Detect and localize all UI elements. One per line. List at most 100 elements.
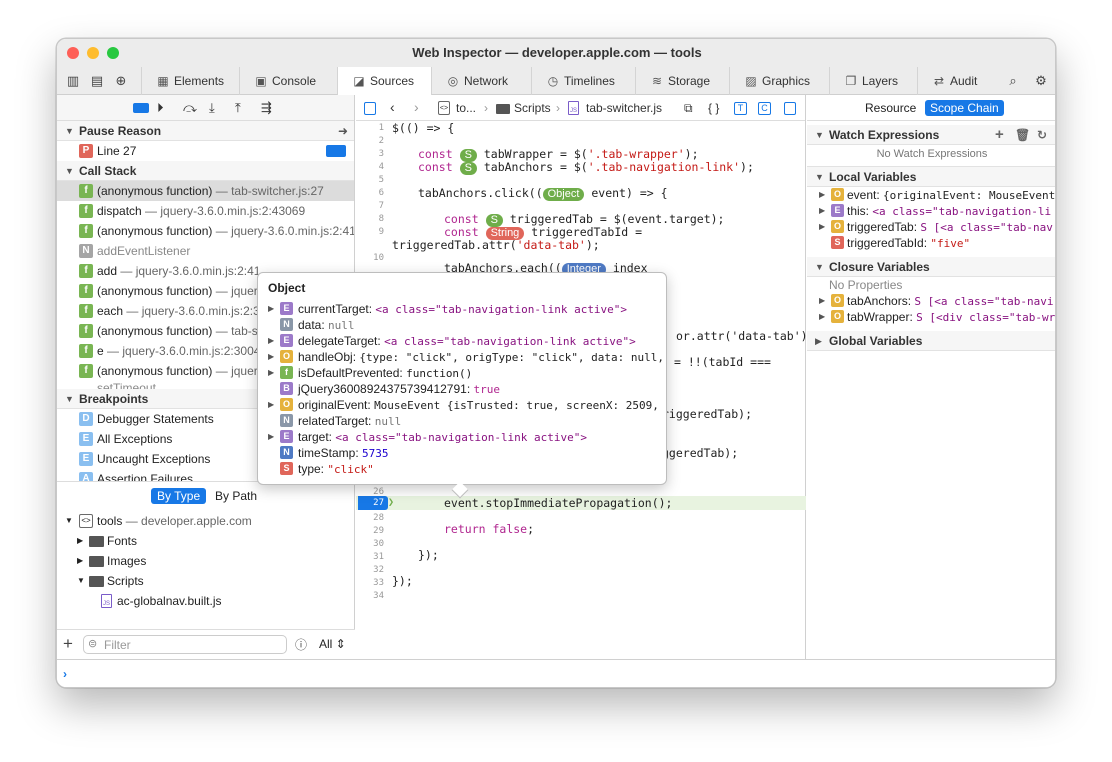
property-row[interactable]: ▶ OhandleObj: {type: "click", origType: "… [258,349,666,365]
line-number[interactable]: 8 [356,214,384,224]
back-icon[interactable]: ‹ [390,99,395,115]
tree-item-scripts[interactable]: ▼ Scripts [57,571,354,591]
property-row[interactable]: ▶ Etarget: <a class="tab-navigation-link … [258,429,666,445]
search-icon[interactable]: ⌕ [1005,73,1021,89]
line-number[interactable]: 9 [356,227,384,237]
line-number[interactable]: 28 [356,513,384,523]
tab-layers[interactable]: ❐ Layers [829,67,917,95]
property-row[interactable]: BjQuery36008924375739412791: true [258,381,666,397]
quick-console[interactable]: › [57,659,1055,687]
tab-graphics[interactable]: ▨ Graphics [729,67,829,95]
breakpoints-toggle-icon[interactable] [133,103,149,113]
by-path-button[interactable]: By Path [215,489,257,503]
filter-input[interactable]: Filter [104,638,131,652]
close-window-button[interactable] [67,47,79,59]
breakpoint-marker[interactable]: 27 [358,496,388,510]
property-row[interactable]: Stype: "click" [258,461,666,477]
resource-tab[interactable]: Resource [865,101,916,115]
property-row[interactable]: NtimeStamp: 5735 [258,445,666,461]
variable-row[interactable]: ▶ OtabAnchors: S [<a class="tab-navi [807,293,1055,309]
property-row[interactable]: Ndata: null [258,317,666,333]
add-icon[interactable]: + [63,634,73,654]
object-preview-popover[interactable]: Object ▶ EcurrentTarget: <a class="tab-na… [257,272,667,499]
line-number[interactable]: 29 [356,526,384,536]
local-variables-section[interactable]: ▼ Local Variables [807,167,1055,187]
go-to-arrow-icon[interactable]: ➜ [338,121,348,141]
step-into-icon[interactable]: ⤓ [209,100,215,116]
call-frame[interactable]: f (anonymous function) — jquery-3.6.0.min… [57,221,354,241]
forward-icon[interactable]: › [414,99,419,115]
filter-field[interactable]: ⊜ Filter [83,635,287,654]
property-row[interactable]: ▶ EcurrentTarget: <a class="tab-navigatio… [258,301,666,317]
pretty-print-icon[interactable]: { } [708,101,719,115]
call-frame[interactable]: NaddEventListener [57,241,354,261]
tab-audit[interactable]: ⇄ Audit [917,67,999,95]
call-frame[interactable]: f (anonymous function) — tab-switcher.js:… [57,181,354,201]
step-next-icon[interactable]: ⇶ [261,100,272,116]
line-number[interactable]: 10 [356,253,384,263]
toggle-navigation-sidebar-icon[interactable] [364,102,376,115]
gear-icon[interactable]: ⚙ [1033,73,1049,89]
variable-row[interactable]: ▶ Oevent: {originalEvent: MouseEvent [807,187,1055,203]
dock-left-icon[interactable]: ▥ [65,73,81,89]
tab-elements[interactable]: ▦ Elements [141,67,239,95]
property-row[interactable]: ▶ OoriginalEvent: MouseEvent {isTrusted: … [258,397,666,413]
scope-chain-tab[interactable]: Scope Chain [925,100,1004,116]
call-stack-section[interactable]: ▼ Call Stack [57,161,354,181]
line-number[interactable]: 7 [356,201,384,211]
tab-timelines[interactable]: ◷ Timelines [531,67,635,95]
zoom-window-button[interactable] [107,47,119,59]
add-icon[interactable]: + [995,125,1004,145]
call-frame[interactable]: f dispatch — jquery-3.6.0.min.js:2:43069 [57,201,354,221]
property-row[interactable]: ▶ EdelegateTarget: <a class="tab-navigati… [258,333,666,349]
scope-select[interactable]: All ⇕ [319,637,346,651]
copy-icon[interactable]: ⧉ [684,101,693,116]
refresh-icon[interactable]: ↻ [1037,125,1047,145]
toggle-details-sidebar-icon[interactable] [784,102,796,115]
tree-item-script-file[interactable]: JS ac-globalnav.built.js [57,591,354,611]
line-number[interactable]: 5 [356,175,384,185]
tab-sources[interactable]: ◪ Sources [337,67,431,95]
pause-line-row[interactable]: P Line 27 [57,141,354,161]
global-variables-section[interactable]: ▶ Global Variables [807,331,1055,351]
dock-bottom-icon[interactable]: ▤ [89,73,105,89]
variable-row[interactable]: ▶ OtriggeredTab: S [<a class="tab-nav [807,219,1055,235]
step-out-icon[interactable]: ⤒ [235,100,241,116]
line-number[interactable]: 1 [356,123,384,133]
pause-reason-section[interactable]: ▼ Pause Reason ➜ [57,121,354,141]
variable-row[interactable]: ▶ Ethis: <a class="tab-navigation-li [807,203,1055,219]
breadcrumb-resource[interactable]: to... [456,101,476,115]
line-number[interactable]: 2 [356,136,384,146]
property-row[interactable]: ▶ f isDefaultPrevented: function() [258,365,666,381]
watch-expressions-section[interactable]: ▼ Watch Expressions + 🗑 ↻ [807,125,1055,145]
continue-icon[interactable]: ⏵ [157,100,164,116]
tab-storage[interactable]: ≋ Storage [635,67,729,95]
tab-console[interactable]: ▣ Console [239,67,337,95]
line-number[interactable]: 4 [356,162,384,172]
code-coverage-icon[interactable]: C [758,102,771,115]
line-number[interactable]: 33 [356,578,384,588]
tree-item-images[interactable]: ▶ Images [57,551,354,571]
property-row[interactable]: NrelatedTarget: null [258,413,666,429]
element-picker-icon[interactable]: ⊕ [113,73,129,89]
line-number[interactable]: 6 [356,188,384,198]
line-number[interactable]: 31 [356,552,384,562]
tree-item-tools[interactable]: ▼ <> tools — developer.apple.com [57,511,354,531]
line-number[interactable]: 34 [356,591,384,601]
tab-network[interactable]: ◎ Network [431,67,531,95]
closure-variables-section[interactable]: ▼ Closure Variables [807,257,1055,277]
variable-row[interactable]: StriggeredTabId: "five" [807,235,1055,251]
line-number[interactable]: 32 [356,565,384,575]
step-over-icon[interactable]: ⤼ [183,100,197,116]
variable-row[interactable]: ▶ OtabWrapper: S [<div class="tab-wr [807,309,1055,325]
by-type-button[interactable]: By Type [151,488,207,504]
info-icon[interactable]: ⓘ [295,636,307,653]
breadcrumb-scripts[interactable]: Scripts [514,101,551,115]
line-number[interactable]: 30 [356,539,384,549]
breadcrumb-file[interactable]: tab-switcher.js [586,101,662,115]
tree-item-fonts[interactable]: ▶ Fonts [57,531,354,551]
type-profiler-icon[interactable]: T [734,102,747,115]
trash-icon[interactable]: 🗑 [1015,125,1030,145]
line-number[interactable]: 3 [356,149,384,159]
minimize-window-button[interactable] [87,47,99,59]
